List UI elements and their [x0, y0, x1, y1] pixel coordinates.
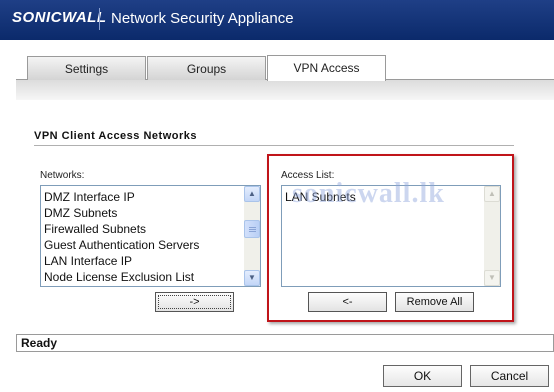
highlight-box [267, 154, 514, 322]
header-divider [99, 8, 100, 30]
scroll-down-icon[interactable]: ▼ [244, 270, 260, 286]
scroll-thumb[interactable] [244, 220, 260, 238]
section-title: VPN Client Access Networks [34, 130, 197, 142]
network-item-node-license-exclusion[interactable]: Node License Exclusion List [41, 269, 260, 285]
app-title: Network Security Appliance [111, 10, 294, 27]
tab-groups[interactable]: Groups [147, 56, 266, 80]
networks-listbox[interactable]: DMZ Interface IP DMZ Subnets Firewalled … [40, 185, 261, 287]
app-header: SONICWALL Network Security Appliance [0, 0, 554, 40]
tab-panel-band [16, 80, 554, 100]
networks-label: Networks: [40, 170, 85, 181]
network-item-dmz-subnets[interactable]: DMZ Subnets [41, 205, 260, 221]
status-text: Ready [21, 336, 58, 350]
tab-settings[interactable]: Settings [27, 56, 146, 80]
network-item-guest-auth-servers[interactable]: Guest Authentication Servers [41, 237, 260, 253]
tab-vpn-access[interactable]: VPN Access [267, 55, 386, 81]
network-item-firewalled-subnets[interactable]: Firewalled Subnets [41, 221, 260, 237]
sonicwall-logo: SONICWALL [12, 9, 107, 26]
network-item-lan-interface-ip[interactable]: LAN Interface IP [41, 253, 260, 269]
ok-button[interactable]: OK [383, 365, 462, 387]
add-to-access-list-button[interactable]: -> [155, 292, 234, 312]
networks-scrollbar[interactable]: ▲ ▼ [244, 186, 260, 286]
scroll-up-icon[interactable]: ▲ [244, 186, 260, 202]
network-item-dmz-interface-ip[interactable]: DMZ Interface IP [41, 189, 260, 205]
cancel-button[interactable]: Cancel [470, 365, 549, 387]
section-divider [34, 145, 514, 146]
status-bar: Ready [16, 334, 554, 352]
